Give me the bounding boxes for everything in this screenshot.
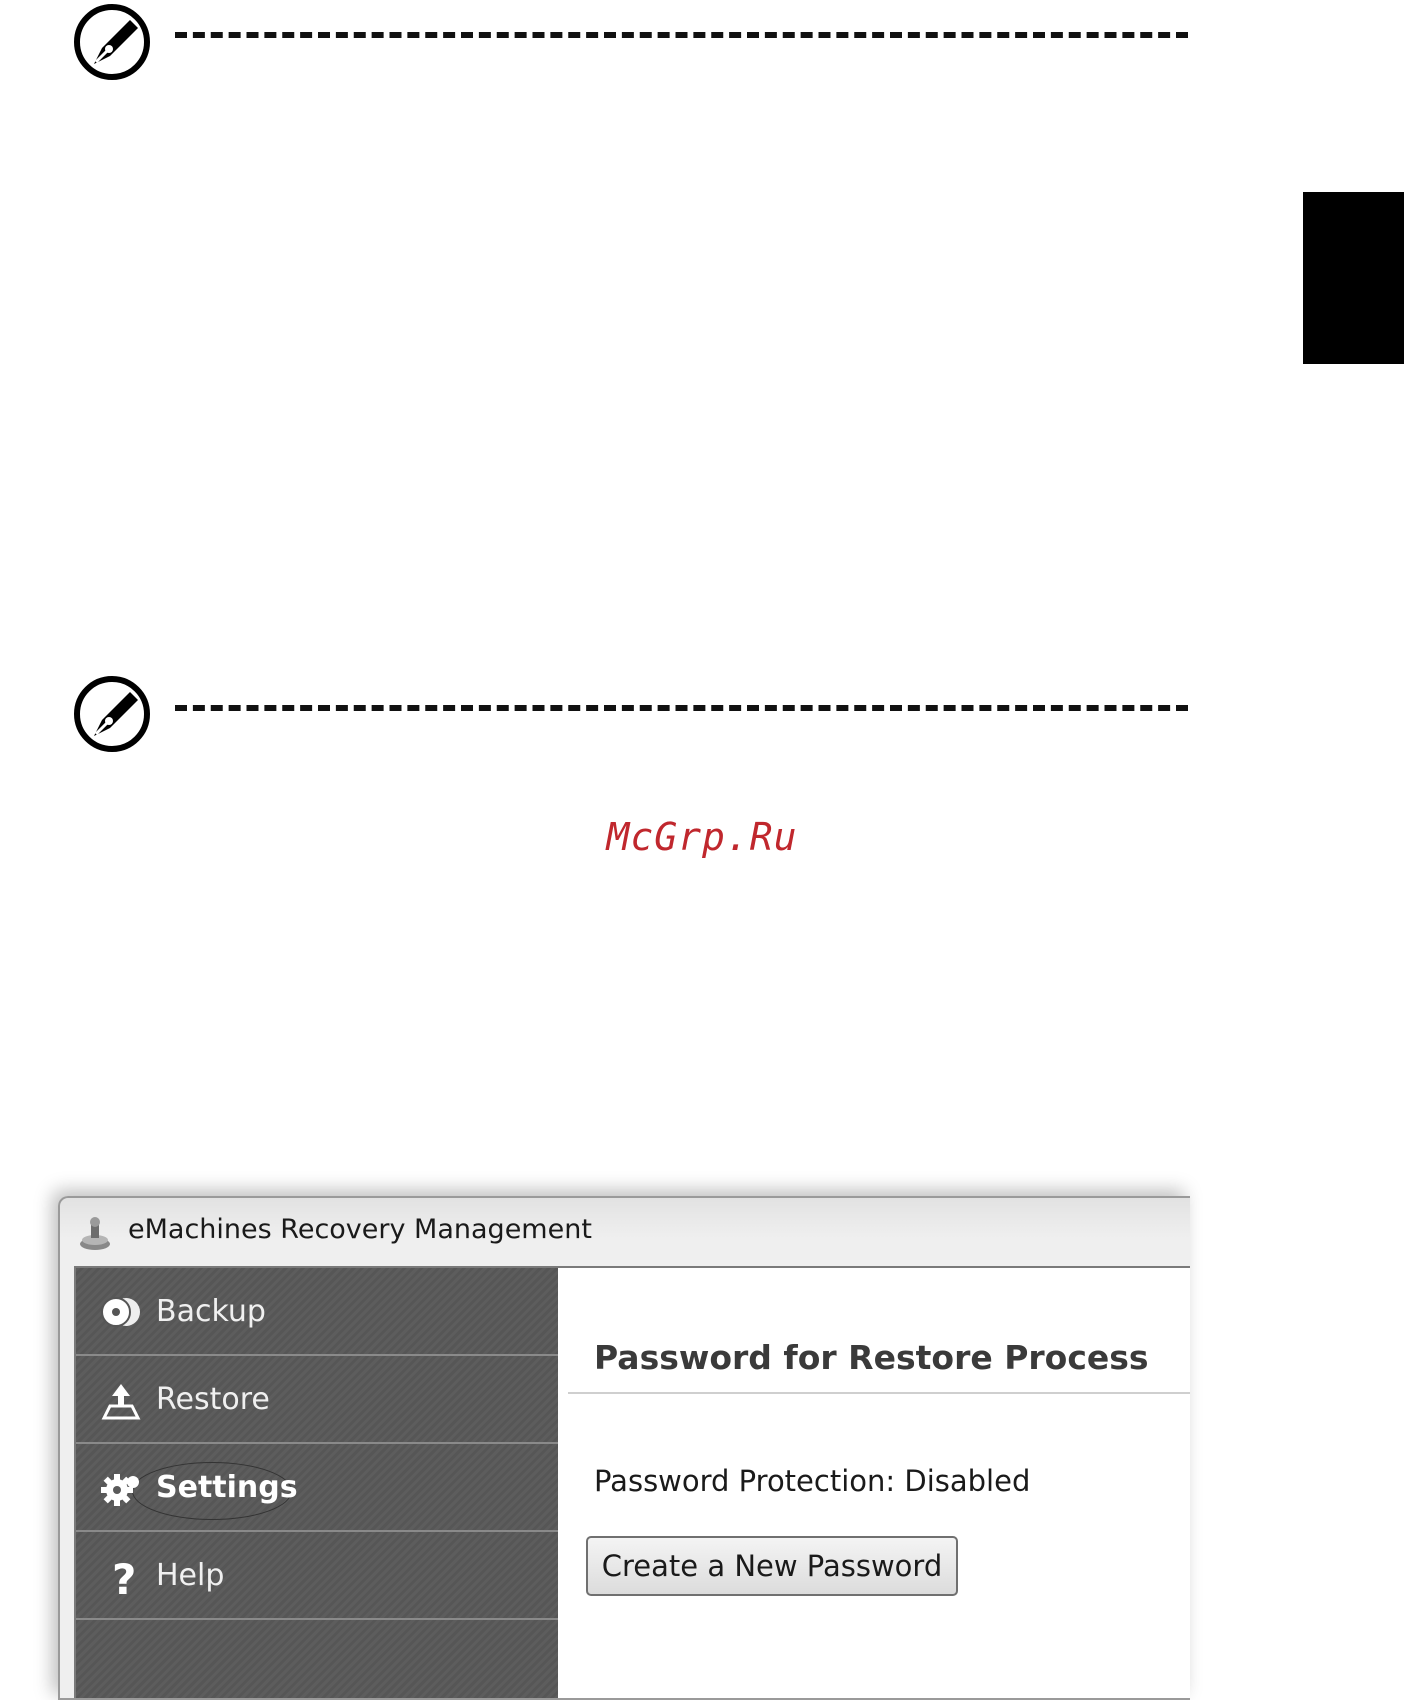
chapter-thumb-tab <box>1303 192 1404 364</box>
help-icon: ? <box>112 1556 136 1598</box>
sidebar-item-label: Backup <box>156 1294 266 1329</box>
app-icon <box>80 1217 110 1250</box>
sidebar: Backup Restore Settings ? Help <box>76 1268 558 1698</box>
sidebar-item-label: Help <box>156 1558 225 1593</box>
password-status: Password Protection: Disabled <box>594 1464 1031 1498</box>
main-content: Password for Restore Process Password Pr… <box>558 1268 1190 1698</box>
create-password-button[interactable]: Create a New Password <box>586 1536 958 1596</box>
window-title: eMachines Recovery Management <box>128 1214 592 1245</box>
disc-icon <box>101 1297 140 1327</box>
recovery-management-window: eMachines Recovery Management Backup Res… <box>58 1196 1190 1700</box>
title-bar[interactable]: eMachines Recovery Management <box>60 1198 1190 1266</box>
sidebar-item-help[interactable]: ? Help <box>76 1532 558 1620</box>
heading-divider <box>568 1392 1190 1394</box>
sidebar-item-label: Restore <box>156 1382 270 1417</box>
note-divider <box>175 32 1188 38</box>
svg-text:?: ? <box>112 1556 136 1598</box>
restore-icon <box>101 1384 141 1420</box>
note-divider <box>175 705 1188 711</box>
sidebar-item-settings[interactable]: Settings <box>76 1444 558 1532</box>
gear-icon <box>101 1474 139 1506</box>
section-heading: Password for Restore Process <box>594 1338 1149 1377</box>
client-area: Backup Restore Settings ? Help Password … <box>74 1266 1190 1698</box>
sidebar-item-backup[interactable]: Backup <box>76 1268 558 1356</box>
sidebar-item-restore[interactable]: Restore <box>76 1356 558 1444</box>
note-pen-icon <box>74 676 150 752</box>
sidebar-item-label: Settings <box>156 1470 298 1505</box>
note-pen-icon <box>74 4 150 80</box>
watermark: McGrp.Ru <box>606 815 798 859</box>
